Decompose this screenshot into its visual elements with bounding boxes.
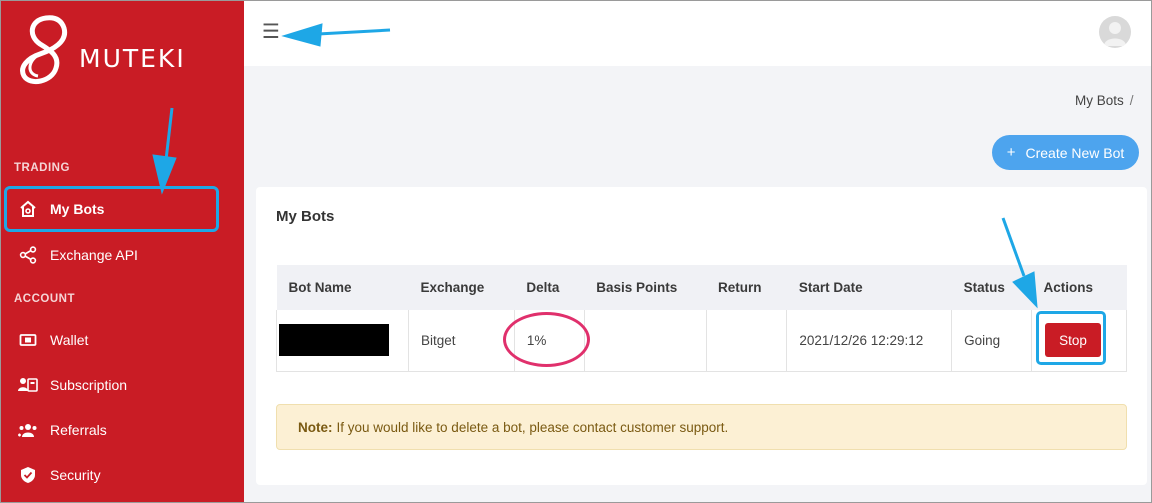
note-label: Note: [298, 419, 333, 435]
cell-actions: Stop [1031, 310, 1127, 372]
cell-status: Going [951, 310, 1033, 372]
sidebar-item-referrals[interactable]: Referrals [0, 411, 244, 449]
column-header-bot-name: Bot Name [276, 265, 409, 310]
column-header-status: Status [951, 265, 1032, 310]
sidebar-item-security[interactable]: Security [0, 456, 244, 494]
top-header: ☰ [244, 0, 1152, 66]
sidebar-item-my-bots[interactable]: My Bots [0, 190, 244, 228]
column-header-actions: Actions [1031, 265, 1127, 310]
cell-delta: 1% [514, 310, 585, 372]
bots-table: Bot Name Exchange Delta Basis Points Ret… [276, 265, 1127, 372]
breadcrumb: My Bots / [1075, 93, 1134, 108]
sidebar-item-label: My Bots [50, 201, 105, 217]
cell-bot-name [276, 310, 409, 372]
table-header-row: Bot Name Exchange Delta Basis Points Ret… [276, 265, 1127, 310]
user-avatar-icon[interactable] [1099, 16, 1131, 48]
table-row: Bitget 1% 2021/12/26 12:29:12 Going Stop [276, 310, 1127, 372]
section-title-account: ACCOUNT [14, 293, 75, 305]
breadcrumb-separator: / [1129, 93, 1134, 108]
shield-icon [18, 465, 38, 485]
create-new-bot-button[interactable]: + Create New Bot [992, 135, 1139, 170]
plus-icon: + [1006, 144, 1016, 161]
cell-return [706, 310, 788, 372]
sidebar: MUTEKI TRADING My Bots Exchange API ACCO… [0, 0, 244, 503]
cell-basis-points [584, 310, 707, 372]
column-header-return: Return [706, 265, 787, 310]
sidebar-item-label: Referrals [50, 422, 107, 438]
note-text: If you would like to delete a bot, pleas… [336, 419, 729, 435]
column-header-exchange: Exchange [408, 265, 515, 310]
sidebar-item-label: Subscription [50, 377, 128, 393]
column-header-delta: Delta [514, 265, 585, 310]
sidebar-item-label: Exchange API [50, 247, 138, 263]
sidebar-item-wallet[interactable]: Wallet [0, 321, 244, 359]
sidebar-item-subscription[interactable]: Subscription [0, 366, 244, 404]
column-header-start-date: Start Date [786, 265, 952, 310]
redacted-bot-name [279, 324, 389, 357]
breadcrumb-current: My Bots [1075, 93, 1124, 108]
logo-text: MUTEKI [79, 44, 186, 73]
sidebar-item-label: Wallet [50, 332, 89, 348]
stop-bot-button[interactable]: Stop [1045, 323, 1102, 358]
hamburger-icon[interactable]: ☰ [262, 22, 280, 42]
column-header-basis-points: Basis Points [584, 265, 706, 310]
cell-exchange: Bitget [408, 310, 515, 372]
users-icon [18, 420, 38, 440]
share-icon [18, 245, 38, 265]
logo-mark-icon [20, 15, 68, 85]
bots-card: My Bots Bot Name Exchange Delta Basis Po… [256, 187, 1147, 485]
section-title-trading: TRADING [14, 162, 70, 174]
card-title: My Bots [276, 208, 335, 225]
sidebar-item-exchange-api[interactable]: Exchange API [0, 236, 244, 274]
brand-logo[interactable]: MUTEKI [16, 14, 226, 94]
create-new-bot-label: Create New Bot [1025, 144, 1125, 161]
home-icon [18, 199, 38, 219]
sidebar-item-label: Security [50, 467, 101, 483]
subscription-icon [18, 375, 38, 395]
cell-start-date: 2021/12/26 12:29:12 [786, 310, 953, 372]
note-alert: Note: If you would like to delete a bot,… [276, 404, 1127, 450]
wallet-icon [18, 330, 38, 350]
